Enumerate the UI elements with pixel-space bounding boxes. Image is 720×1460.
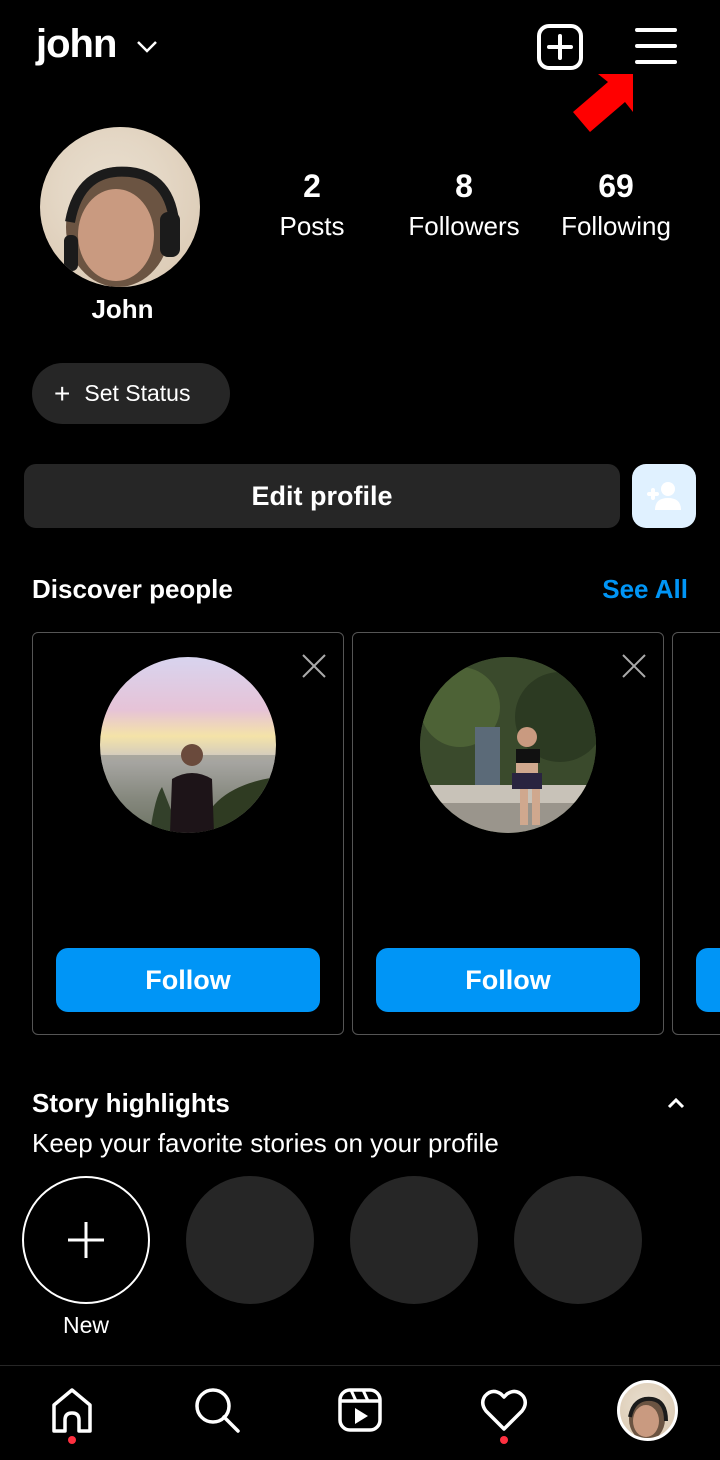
account-switcher[interactable]: john	[36, 22, 117, 67]
set-status-label: Set Status	[84, 380, 191, 406]
followers-stat[interactable]: 8 Followers	[394, 168, 534, 242]
suggestion-card[interactable]: Follow	[672, 632, 720, 1035]
new-highlight-label: New	[62, 1312, 109, 1338]
highlight-placeholder	[514, 1176, 642, 1304]
heart-icon	[481, 1389, 527, 1431]
story-highlights-title: Story highlights	[32, 1088, 230, 1118]
highlight-placeholder	[350, 1176, 478, 1304]
close-icon[interactable]	[621, 653, 647, 679]
follow-button[interactable]: Follow	[696, 948, 720, 1012]
chevron-down-icon[interactable]	[136, 38, 158, 54]
suggestion-card[interactable]: Follow	[32, 632, 344, 1035]
close-icon[interactable]	[301, 653, 327, 679]
profile-avatar[interactable]	[40, 127, 200, 287]
avatar-photo	[64, 166, 180, 287]
tab-home[interactable]	[47, 1385, 97, 1435]
edit-profile-button[interactable]: Edit profile	[24, 464, 620, 528]
tab-search[interactable]	[192, 1385, 242, 1435]
suggested-user-avatar[interactable]	[420, 657, 596, 833]
plus-icon	[68, 1222, 104, 1258]
reels-icon	[338, 1388, 382, 1432]
following-stat[interactable]: 69 Following	[546, 168, 686, 242]
chevron-up-icon[interactable]	[664, 1094, 688, 1112]
discover-people-title: Discover people	[32, 574, 233, 604]
following-label: Following	[561, 211, 671, 241]
set-status-button[interactable]: + Set Status	[32, 363, 230, 424]
posts-stat[interactable]: 2 Posts	[242, 168, 382, 242]
search-icon	[195, 1388, 240, 1433]
avatar-photo	[100, 744, 276, 833]
display-name: John	[91, 294, 154, 324]
red-arrow-annotation-icon	[573, 74, 633, 132]
posts-label: Posts	[279, 211, 345, 241]
story-highlights-subtitle: Keep your favorite stories on your profi…	[32, 1128, 499, 1158]
hamburger-menu-icon[interactable]	[633, 26, 679, 66]
create-post-icon[interactable]	[537, 24, 583, 70]
followers-label: Followers	[408, 211, 520, 241]
followers-count: 8	[455, 168, 473, 204]
home-icon	[52, 1388, 92, 1433]
new-highlight-button[interactable]	[22, 1176, 150, 1304]
follow-button[interactable]: Follow	[376, 948, 640, 1012]
home-notification-dot	[68, 1436, 76, 1444]
plus-icon: +	[54, 377, 71, 409]
posts-count: 2	[303, 168, 321, 204]
follow-button[interactable]: Follow	[56, 948, 320, 1012]
activity-notification-dot	[500, 1436, 508, 1444]
suggestion-card[interactable]: Follow	[352, 632, 664, 1035]
add-person-icon	[647, 482, 681, 510]
avatar-photo	[420, 657, 596, 833]
see-all-link[interactable]: See All	[602, 574, 688, 605]
discover-people-button[interactable]	[632, 464, 696, 528]
tab-activity[interactable]	[479, 1385, 529, 1435]
profile-avatar-icon	[628, 1396, 668, 1438]
following-count: 69	[598, 168, 634, 204]
highlight-placeholder	[186, 1176, 314, 1304]
tab-profile[interactable]	[617, 1380, 678, 1441]
tab-reels[interactable]	[335, 1385, 385, 1435]
suggested-user-avatar[interactable]	[100, 657, 276, 833]
